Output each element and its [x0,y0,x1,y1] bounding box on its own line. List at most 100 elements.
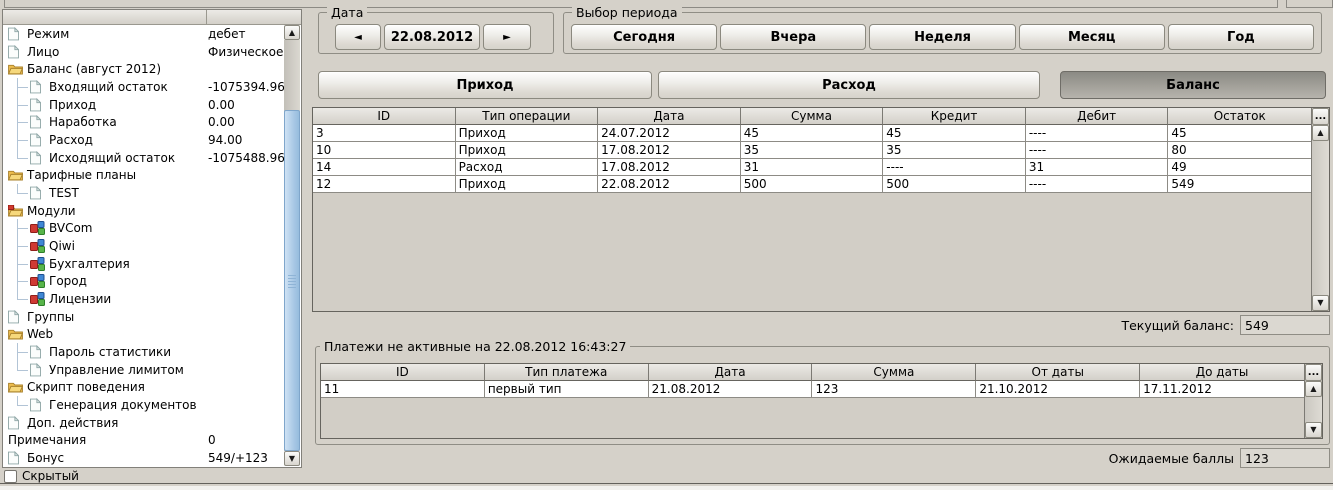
period-button-неделя[interactable]: Неделя [869,24,1015,50]
tree-item[interactable]: Расход94.00 [3,131,284,149]
tab-расход[interactable]: Расход [658,71,1040,99]
operations-table: IDТип операцииДатаСуммаКредитДебитОстато… [312,107,1330,312]
tree-item-label: Лицензии [49,292,111,306]
tree-item[interactable]: Бонус549/+123 [3,449,284,467]
scrollbar-track[interactable] [1305,397,1322,422]
tree-item[interactable]: Генерация документов [3,396,284,414]
column-header[interactable]: ID [313,108,456,125]
tree-item[interactable]: Qiwi [3,237,284,255]
period-button-месяц[interactable]: Месяц [1019,24,1165,50]
tree-connector [8,290,30,308]
tree-item[interactable]: TEST [3,184,284,202]
column-header[interactable]: Сумма [741,108,884,125]
column-header[interactable]: Кредит [883,108,1026,125]
scrollbar-thumb[interactable] [284,110,300,451]
cell: 3 [313,125,456,142]
tree-item[interactable]: Группы [3,308,284,326]
column-header[interactable]: Тип операции [456,108,599,125]
tree-item[interactable]: Пароль статистики [3,343,284,361]
tree-item[interactable]: Входящий остаток-1075394.96 [3,78,284,96]
table-more-button[interactable]: ... [1305,364,1322,381]
tree-connector [8,131,30,149]
tree-item[interactable]: Web [3,325,284,343]
table-empty-area [313,193,1311,311]
scrollbar-track[interactable] [284,40,300,451]
column-header[interactable]: Тип платежа [485,364,649,381]
cell: 12 [313,176,456,193]
tree-item[interactable]: Приход0.00 [3,96,284,114]
tree-item[interactable]: Управление лимитом [3,361,284,379]
previous-date-button[interactable]: ◄ [335,24,381,50]
sidebar-scrollbar[interactable]: ▲ ▼ [284,25,300,466]
column-header[interactable]: До даты [1140,364,1304,381]
tree-item[interactable]: Модули [3,202,284,220]
scroll-up-button[interactable]: ▲ [1305,381,1322,397]
tree-item-label: Приход [49,98,96,112]
table-scrollbar[interactable]: ...▲ ▼ [1311,108,1329,311]
folder-icon [8,169,27,181]
period-button-вчера[interactable]: Вчера [720,24,866,50]
period-button-год[interactable]: Год [1168,24,1314,50]
tree-item[interactable]: Лицензии [3,290,284,308]
operation-row[interactable]: 3Приход24.07.20124545----45 [313,125,1311,142]
column-header[interactable]: Сумма [812,364,976,381]
scrollbar-track[interactable] [1312,141,1329,295]
operation-row[interactable]: 12Приход22.08.2012500500----549 [313,176,1311,193]
inactive-payments-table: IDТип платежаДатаСуммаОт датыДо даты11пе… [320,363,1323,439]
tree-item[interactable]: Бухгалтерия [3,255,284,273]
tree-connector [8,237,30,255]
cell: ---- [1026,142,1169,159]
tree-item[interactable]: Исходящий остаток-1075488.96 [3,149,284,167]
scroll-up-button[interactable]: ▲ [284,25,300,40]
date-button[interactable]: 22.08.2012 [384,24,480,50]
tree-item[interactable]: Город [3,272,284,290]
column-header[interactable]: Дата [598,108,741,125]
tree-item[interactable]: ЛицоФизическое [3,43,284,61]
cell: 21.10.2012 [976,381,1140,398]
column-header[interactable]: Дата [649,364,813,381]
cell: 10 [313,142,456,159]
current-balance-row: Текущий баланс: 549 [900,315,1330,335]
table-scrollbar[interactable]: ...▲ ▼ [1304,364,1322,438]
table-header-row: IDТип операцииДатаСуммаКредитДебитОстато… [313,108,1311,125]
column-header[interactable]: Остаток [1168,108,1311,125]
tree-item[interactable]: Баланс (август 2012) [3,60,284,78]
hidden-checkbox-label: Скрытый [22,469,79,483]
scroll-up-button[interactable]: ▲ [1312,125,1329,141]
tab-баланс[interactable]: Баланс [1060,71,1326,99]
column-header[interactable]: Дебит [1026,108,1169,125]
expected-points-field: 123 [1240,448,1330,468]
module-icon [30,221,49,235]
tree-item[interactable]: BVCom [3,219,284,237]
tree-item[interactable]: Наработка0.00 [3,113,284,131]
tree-item[interactable]: Режимдебет [3,25,284,43]
scroll-down-button[interactable]: ▼ [1312,295,1329,311]
column-header[interactable]: ID [321,364,485,381]
cell: 21.08.2012 [649,381,813,398]
scroll-down-button[interactable]: ▼ [1305,422,1322,438]
cell: 11 [321,381,485,398]
cell: 500 [883,176,1026,193]
tree-header-cell[interactable] [3,10,207,24]
hidden-checkbox-row[interactable]: Скрытый [4,469,79,483]
tree-item[interactable]: Примечания0 [3,431,284,449]
table-more-button[interactable]: ... [1312,108,1329,125]
document-icon [8,416,27,430]
next-date-button[interactable]: ► [483,24,531,50]
tree-header-cell[interactable] [207,10,301,24]
document-icon [30,398,49,412]
tree-item[interactable]: Тарифные планы [3,166,284,184]
tree-item[interactable]: Доп. действия [3,414,284,432]
column-header[interactable]: От даты [976,364,1140,381]
tab-приход[interactable]: Приход [318,71,652,99]
scroll-down-button[interactable]: ▼ [284,451,300,466]
tree-item[interactable]: Скрипт поведения [3,378,284,396]
period-button-сегодня[interactable]: Сегодня [571,24,717,50]
cell: 549 [1168,176,1311,193]
operation-row[interactable]: 10Приход17.08.20123535----80 [313,142,1311,159]
hidden-checkbox[interactable] [4,470,17,483]
payment-row[interactable]: 11первый тип21.08.201212321.10.201217.11… [321,381,1304,398]
tree-connector [8,343,30,361]
cell: 49 [1168,159,1311,176]
operation-row[interactable]: 14Расход17.08.201231----3149 [313,159,1311,176]
